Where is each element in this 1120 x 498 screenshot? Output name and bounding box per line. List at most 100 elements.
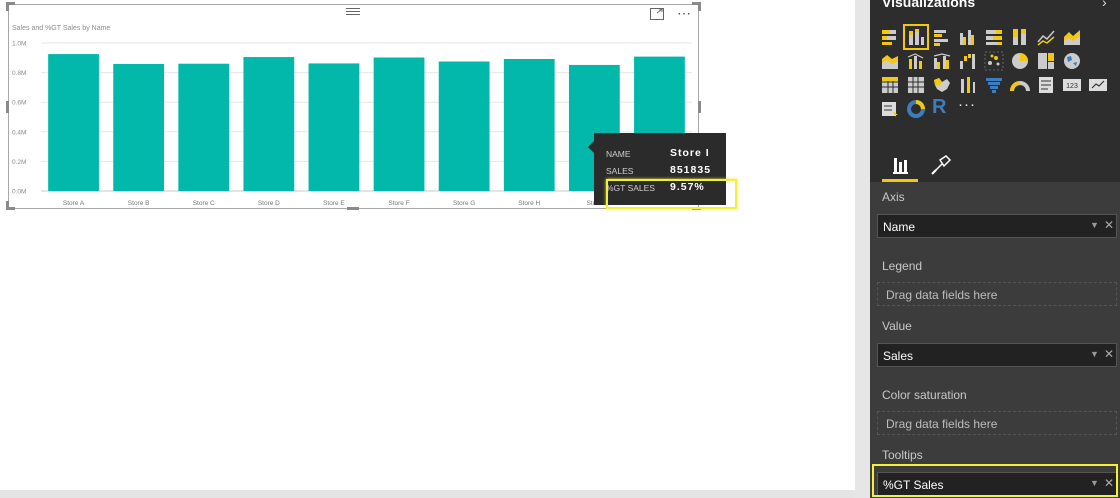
y-tick-label: 1.0M: [12, 41, 26, 48]
tooltip-value: 9.57%: [670, 181, 705, 193]
pane-tabs: [870, 146, 1120, 182]
kpi-icon[interactable]: [1088, 75, 1108, 95]
treemap-icon[interactable]: [1036, 51, 1056, 71]
legend-drop-zone[interactable]: Drag data fields here: [877, 282, 1117, 306]
value-field-pill[interactable]: Sales ▼ ✕: [877, 343, 1117, 367]
x-tick-label: Store C: [193, 200, 215, 207]
pane-header: Visualizations ›: [870, 0, 1120, 20]
stacked-area-chart-icon[interactable]: [880, 51, 900, 71]
axis-field-name: Name: [883, 220, 916, 234]
fields-tab-icon[interactable]: [882, 152, 918, 182]
drop-zone-placeholder: Drag data fields here: [886, 288, 998, 302]
more-visuals-icon[interactable]: ···: [958, 96, 978, 116]
pane-divider: [855, 0, 870, 498]
x-tick-label: Store B: [128, 200, 150, 207]
tooltip-value: Store I: [670, 147, 710, 159]
tooltip-label: %GT SALES: [606, 183, 655, 193]
tooltips-field-name: %GT Sales: [883, 478, 944, 492]
axis-field-pill[interactable]: Name ▼ ✕: [877, 214, 1117, 238]
tooltip-row-name: NAME Store I: [606, 147, 721, 161]
y-tick-label: 0.0M: [12, 189, 26, 196]
remove-field-icon[interactable]: ✕: [1104, 218, 1114, 232]
funnel-chart-icon[interactable]: [984, 75, 1004, 95]
100-stacked-column-icon[interactable]: [1010, 27, 1030, 47]
waterfall-chart-icon[interactable]: [958, 51, 978, 71]
y-tick-label: 0.2M: [12, 159, 26, 166]
resize-handle-left[interactable]: [6, 101, 9, 113]
field-wells: Axis Name ▼ ✕ Legend Drag data fields he…: [870, 182, 1120, 498]
map-icon[interactable]: [1062, 51, 1082, 71]
well-label-axis: Axis: [882, 190, 905, 204]
resize-handle-bottom-right[interactable]: [692, 207, 701, 210]
tooltip-row-gt-sales: %GT SALES 9.57%: [606, 181, 721, 195]
bar-store-d[interactable]: [243, 57, 295, 192]
x-tick-label: Store A: [63, 200, 85, 207]
canvas-bottom-strip: [0, 490, 855, 498]
multi-row-card-icon[interactable]: [1036, 75, 1056, 95]
value-field-name: Sales: [883, 349, 914, 363]
chevron-down-icon[interactable]: ▼: [1090, 349, 1099, 359]
remove-field-icon[interactable]: ✕: [1104, 347, 1114, 361]
chevron-down-icon[interactable]: ▼: [1090, 478, 1099, 488]
gauge-icon[interactable]: [1010, 75, 1030, 95]
slicer-icon[interactable]: [880, 99, 900, 119]
format-paint-roller-icon[interactable]: [928, 152, 954, 178]
x-tick-label: Store H: [518, 200, 540, 207]
line-chart-icon[interactable]: [1036, 27, 1056, 47]
drop-zone-placeholder: Drag data fields here: [886, 417, 998, 431]
line-and-stacked-column-icon[interactable]: [906, 51, 926, 71]
table-icon[interactable]: [880, 75, 900, 95]
tooltip-value: 851835: [670, 164, 712, 176]
card-icon-label: 123: [1066, 83, 1078, 90]
y-tick-label: 0.8M: [12, 70, 26, 77]
tooltips-field-pill[interactable]: %GT Sales ▼ ✕: [877, 472, 1117, 496]
well-label-color-saturation: Color saturation: [882, 388, 967, 402]
ribbon-chart-icon[interactable]: [958, 75, 978, 95]
bar-store-b[interactable]: [113, 64, 165, 191]
donut-chart-icon[interactable]: [906, 99, 926, 119]
chevron-right-icon[interactable]: ›: [1102, 0, 1107, 10]
well-label-value: Value: [882, 319, 912, 333]
x-tick-label: Store F: [388, 200, 409, 207]
stacked-bar-chart-icon[interactable]: [880, 27, 900, 47]
resize-handle-top-left-v[interactable]: [6, 2, 9, 11]
tooltip-label: NAME: [606, 149, 631, 159]
resize-handle-right[interactable]: [698, 101, 701, 113]
bar-store-e[interactable]: [308, 63, 360, 192]
bar-store-a[interactable]: [48, 54, 99, 191]
r-visual-icon[interactable]: R: [932, 96, 952, 118]
chevron-down-icon[interactable]: ▼: [1090, 220, 1099, 230]
color-saturation-drop-zone[interactable]: Drag data fields here: [877, 411, 1117, 435]
data-tooltip: NAME Store I SALES 851835 %GT SALES 9.57…: [594, 133, 726, 205]
clustered-bar-chart-icon[interactable]: [932, 27, 952, 47]
y-tick-label: 0.6M: [12, 100, 26, 107]
remove-field-icon[interactable]: ✕: [1104, 476, 1114, 490]
clustered-column-chart-icon[interactable]: [958, 27, 978, 47]
line-and-clustered-column-icon[interactable]: [932, 51, 952, 71]
pie-chart-icon[interactable]: [1010, 51, 1030, 71]
x-tick-label: Store G: [453, 200, 475, 207]
tooltip-row-sales: SALES 851835: [606, 164, 721, 178]
resize-handle-bottom-left-v[interactable]: [6, 201, 9, 210]
well-label-legend: Legend: [882, 259, 923, 273]
pane-title: Visualizations: [882, 0, 976, 10]
card-icon[interactable]: 123: [1062, 75, 1082, 95]
tooltip-label: SALES: [606, 166, 634, 176]
bar-store-h[interactable]: [503, 58, 555, 191]
scatter-chart-icon[interactable]: [984, 51, 1004, 71]
bar-store-f[interactable]: [373, 57, 425, 192]
visualizations-pane: Visualizations › 123 R ··· Axis Name ▼ ✕…: [870, 0, 1120, 498]
well-label-tooltips: Tooltips: [882, 448, 923, 462]
matrix-icon[interactable]: [906, 75, 926, 95]
resize-handle-bottom[interactable]: [347, 207, 359, 210]
x-tick-label: Store E: [323, 200, 345, 207]
100-stacked-bar-icon[interactable]: [984, 27, 1004, 47]
bar-store-g[interactable]: [438, 61, 490, 192]
y-tick-label: 0.4M: [12, 129, 26, 136]
resize-handle-top-right-v[interactable]: [698, 2, 701, 11]
bar-store-c[interactable]: [178, 63, 230, 191]
stacked-column-chart-icon[interactable]: [903, 24, 929, 50]
area-chart-icon[interactable]: [1062, 27, 1082, 47]
x-tick-label: Store D: [258, 200, 280, 207]
filled-map-icon[interactable]: [932, 75, 952, 95]
